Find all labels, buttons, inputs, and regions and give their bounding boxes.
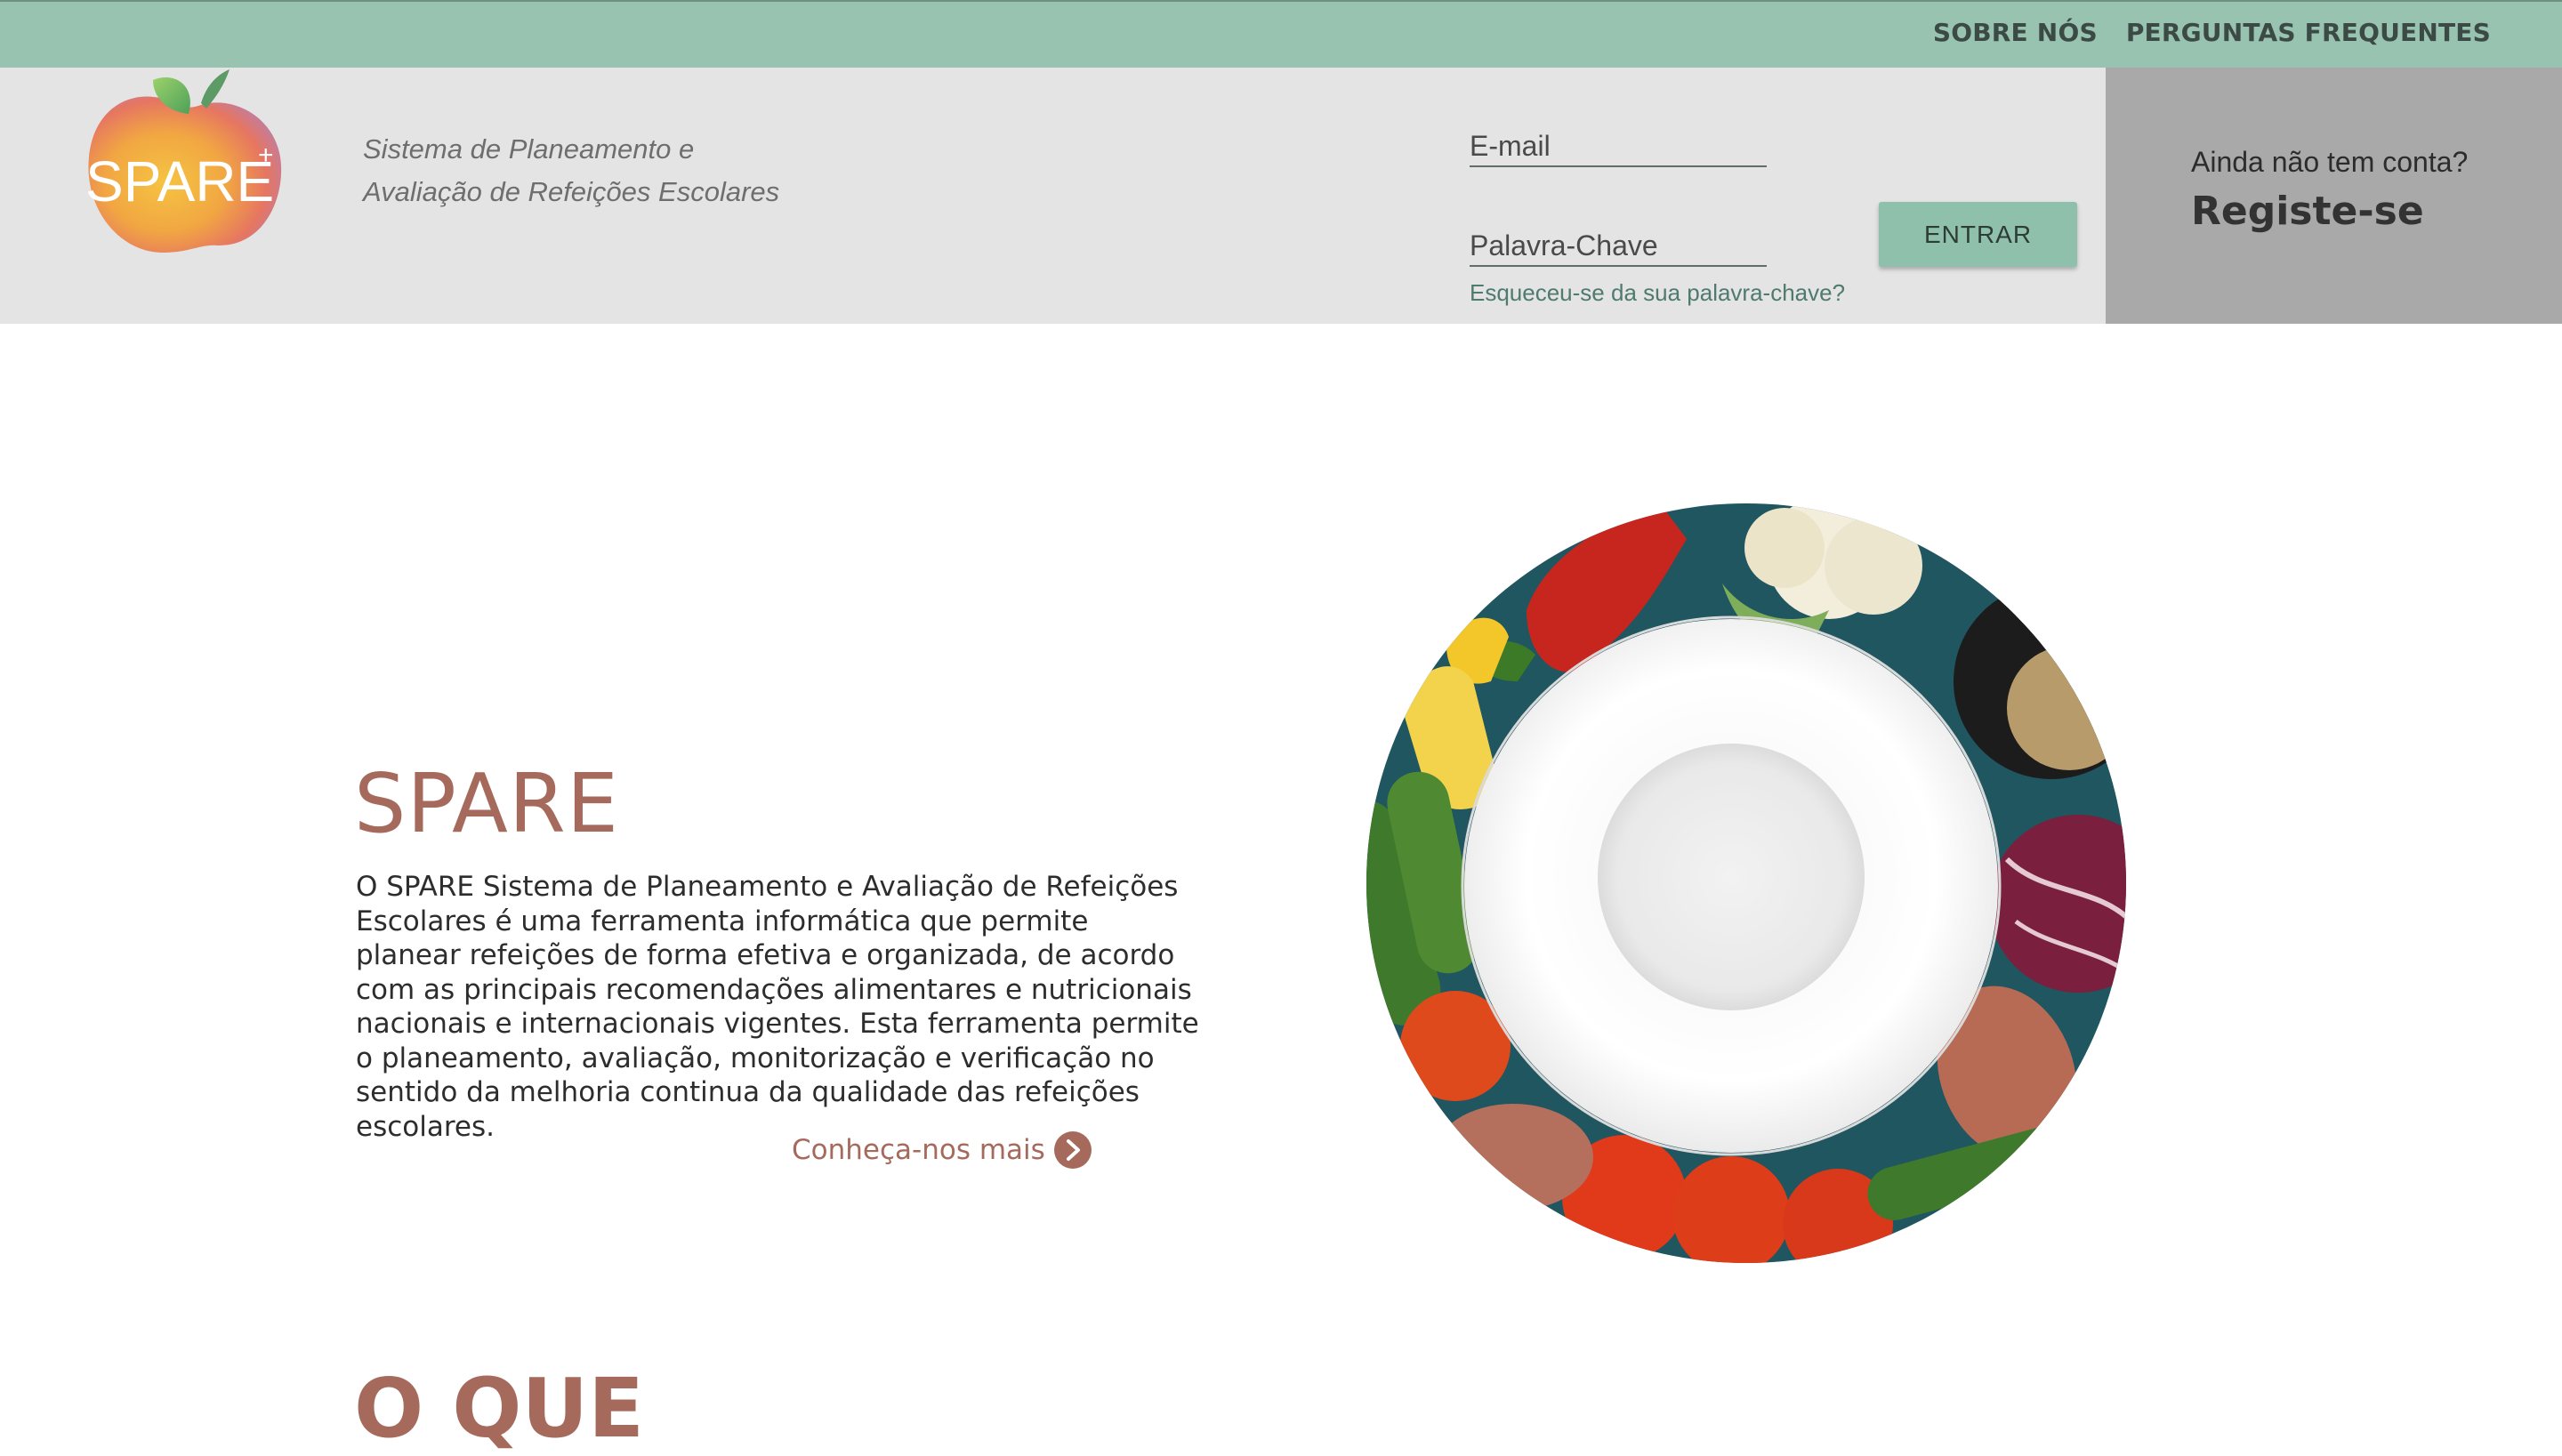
svg-text:SPARE: SPARE [85, 149, 274, 213]
top-nav-bar: SOBRE NÓS PERGUNTAS FREQUENTES [0, 0, 2562, 68]
nav-faq-link[interactable]: PERGUNTAS FREQUENTES [2126, 18, 2491, 47]
email-field-wrapper [1470, 110, 1767, 167]
email-field[interactable] [1470, 110, 1767, 165]
password-field[interactable] [1470, 210, 1767, 265]
plate-vegetables-image [1366, 503, 2126, 1263]
learn-more-label: Conheça-nos mais [792, 1134, 1045, 1166]
forgot-password-link[interactable]: Esqueceu-se da sua palavra-chave? [1470, 279, 1845, 307]
tagline-line-1: Sistema de Planeamento e [363, 133, 695, 165]
header: SPARE + Sistema de Planeamento e Avaliaç… [0, 68, 2562, 324]
tagline-line-2: Avaliação de Refeições Escolares [363, 176, 780, 207]
top-nav: SOBRE NÓS PERGUNTAS FREQUENTES [1933, 18, 2491, 47]
tagline: Sistema de Planeamento e Avaliação de Re… [363, 128, 826, 213]
register-link[interactable]: Registe-se [2191, 189, 2424, 234]
section-heading: O QUE [354, 1361, 644, 1456]
svg-text:+: + [258, 141, 274, 170]
spare-logo[interactable]: SPARE + [77, 68, 290, 263]
register-question: Ainda não tem conta? [2191, 146, 2469, 178]
password-field-wrapper [1470, 210, 1767, 267]
register-panel: Ainda não tem conta? Registe-se [2106, 68, 2562, 324]
hero-title: SPARE [354, 756, 619, 851]
arrow-right-icon [1053, 1131, 1092, 1169]
login-button[interactable]: ENTRAR [1879, 202, 2077, 267]
hero-description: O SPARE Sistema de Planeamento e Avaliaç… [356, 871, 1199, 1143]
learn-more-link[interactable]: Conheça-nos mais [792, 1131, 1092, 1169]
nav-about-link[interactable]: SOBRE NÓS [1933, 18, 2098, 47]
